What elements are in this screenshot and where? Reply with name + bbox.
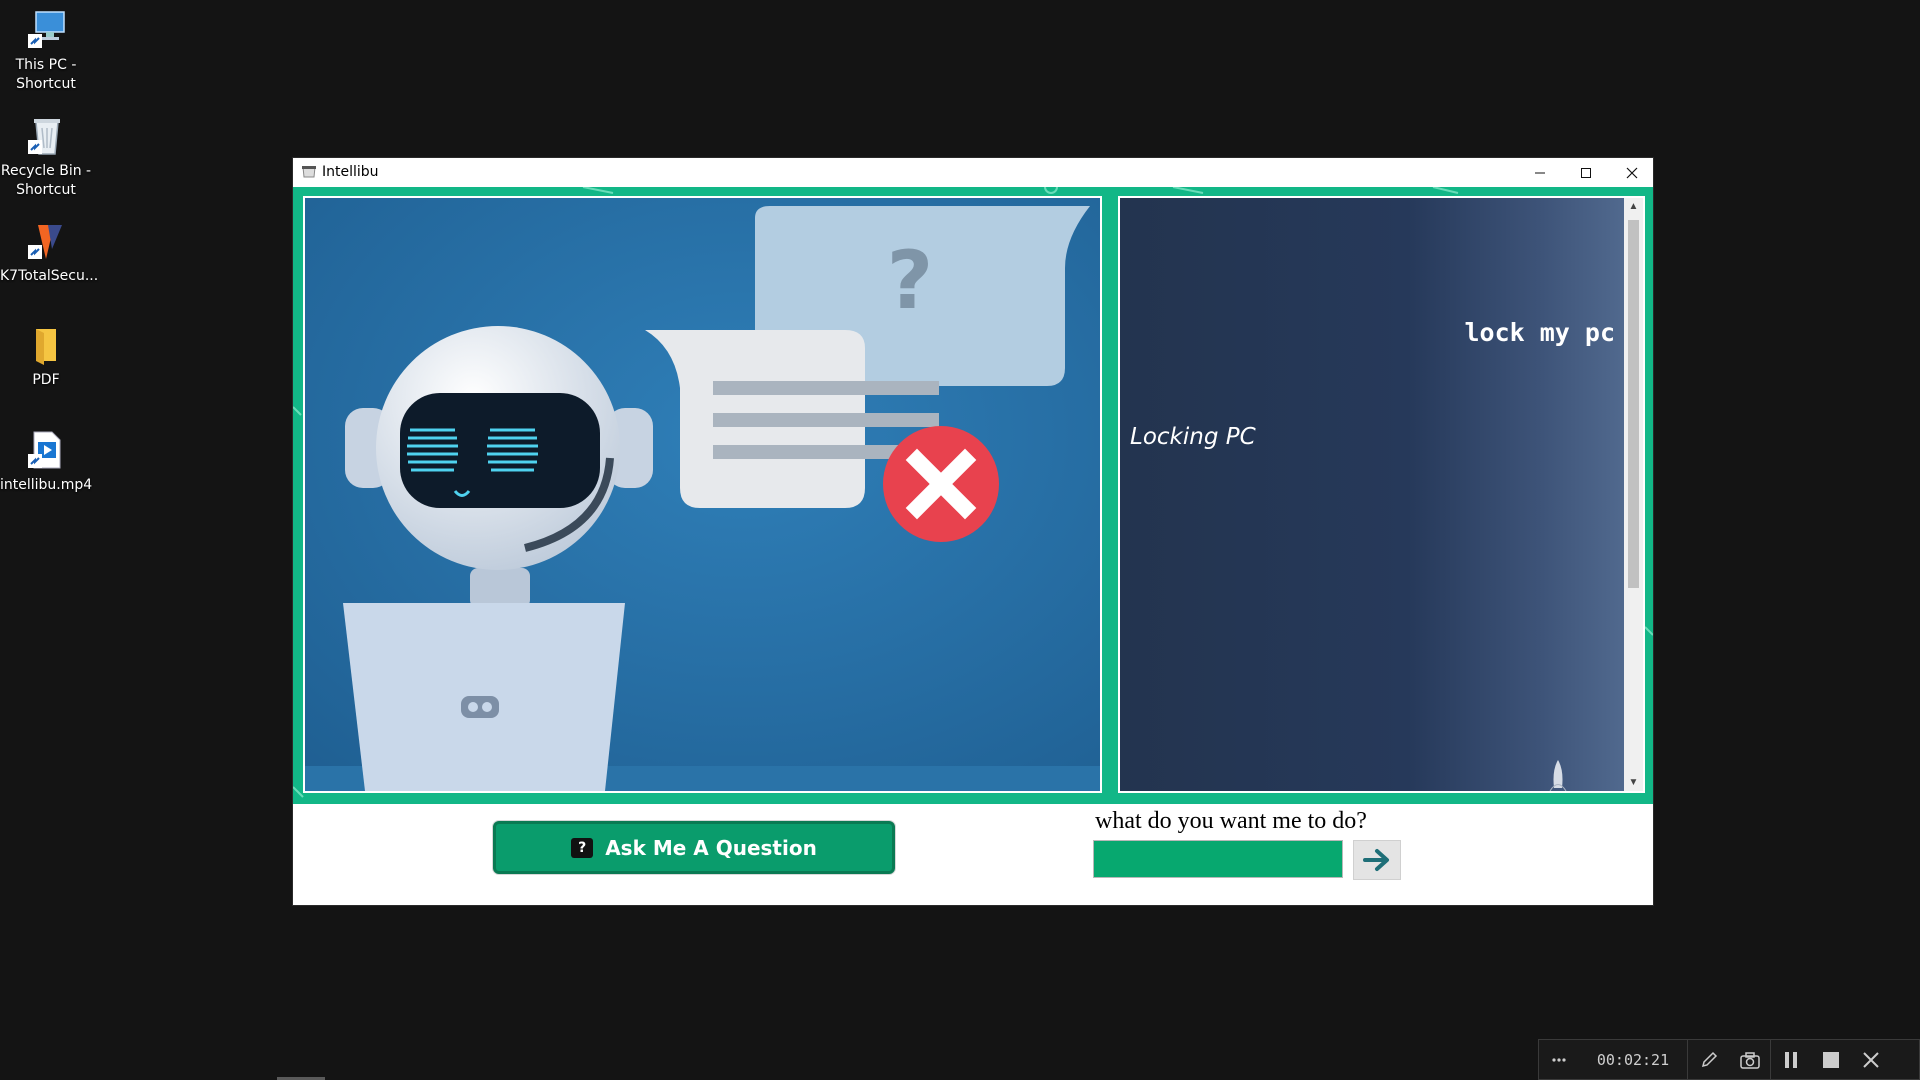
ask-question-button[interactable]: ? Ask Me A Question xyxy=(493,821,895,874)
desktop-icon-k7[interactable]: K7TotalSecu... xyxy=(0,219,99,286)
desktop-icon-recycle-bin[interactable]: Recycle Bin - Shortcut xyxy=(0,114,92,200)
maximize-button[interactable] xyxy=(1563,158,1609,187)
arrow-right-icon xyxy=(1363,849,1389,871)
scroll-down-arrow[interactable]: ▼ xyxy=(1624,774,1643,791)
desktop-icon-pdf-folder[interactable]: PDF xyxy=(0,323,92,390)
question-mark-glyph: ? xyxy=(887,234,933,327)
minimize-button[interactable] xyxy=(1517,158,1563,187)
question-icon: ? xyxy=(571,837,594,858)
content-band: ? lock my pc Locking PC ▲ ▼ xyxy=(293,187,1653,804)
pause-icon xyxy=(1785,1051,1797,1068)
desktop-icon-label: Recycle Bin - Shortcut xyxy=(0,163,92,198)
stop-button[interactable] xyxy=(1811,1039,1851,1080)
screenshot-button[interactable] xyxy=(1730,1039,1770,1080)
bot-message: Locking PC xyxy=(1130,424,1256,450)
chat-panel[interactable]: lock my pc Locking PC ▲ ▼ xyxy=(1118,196,1645,793)
this-pc-icon xyxy=(24,8,68,52)
robot-illustration: ? xyxy=(305,198,1100,791)
maximize-icon xyxy=(1581,167,1591,178)
close-icon xyxy=(1863,1051,1879,1068)
close-icon xyxy=(1626,167,1638,178)
command-input[interactable] xyxy=(1093,840,1343,878)
desktop-icon-this-pc[interactable]: This PC - Shortcut xyxy=(0,8,92,94)
close-recorder-button[interactable] xyxy=(1851,1039,1891,1080)
k7-security-icon xyxy=(24,219,68,263)
stop-icon xyxy=(1823,1051,1839,1068)
desktop-icon-label: This PC - Shortcut xyxy=(15,57,77,92)
recording-timer: 00:02:21 xyxy=(1596,1050,1670,1069)
window-title: Intellibu xyxy=(322,164,379,180)
close-button[interactable] xyxy=(1609,158,1655,187)
scroll-thumb[interactable] xyxy=(1628,220,1639,588)
pencil-icon xyxy=(1701,1051,1718,1067)
more-options-button[interactable] xyxy=(1539,1039,1579,1080)
app-icon xyxy=(301,165,317,179)
recycle-bin-icon xyxy=(24,114,68,158)
rocket-icon xyxy=(1549,760,1567,791)
annotate-button[interactable] xyxy=(1688,1039,1730,1080)
chat-scrollbar[interactable]: ▲ ▼ xyxy=(1624,198,1643,791)
desktop-icon-label: PDF xyxy=(32,372,60,388)
user-message: lock my pc xyxy=(1464,318,1615,347)
desktop-icon-label: intellibu.mp4 xyxy=(0,477,93,493)
screen-recorder-bar: 00:02:21 xyxy=(1538,1039,1920,1080)
folder-icon xyxy=(24,323,68,367)
ask-question-label: Ask Me A Question xyxy=(605,835,817,860)
desktop-icon-video[interactable]: intellibu.mp4 xyxy=(0,428,92,495)
prompt-label: what do you want me to do? xyxy=(1095,808,1367,834)
more-dots-icon xyxy=(1552,1057,1566,1062)
minimize-icon xyxy=(1535,172,1545,173)
camera-icon xyxy=(1740,1051,1760,1069)
send-button[interactable] xyxy=(1353,840,1401,880)
scroll-up-arrow[interactable]: ▲ xyxy=(1624,198,1643,215)
desktop-icon-label: K7TotalSecu... xyxy=(0,268,99,284)
intellibu-window: Intellibu ? lock my pc Locking PC ▲ ▼ ? … xyxy=(293,158,1653,905)
robot-illustration-panel: ? xyxy=(303,196,1102,793)
video-file-icon xyxy=(24,428,68,472)
title-bar[interactable]: Intellibu xyxy=(293,158,1653,187)
pause-button[interactable] xyxy=(1771,1039,1811,1080)
